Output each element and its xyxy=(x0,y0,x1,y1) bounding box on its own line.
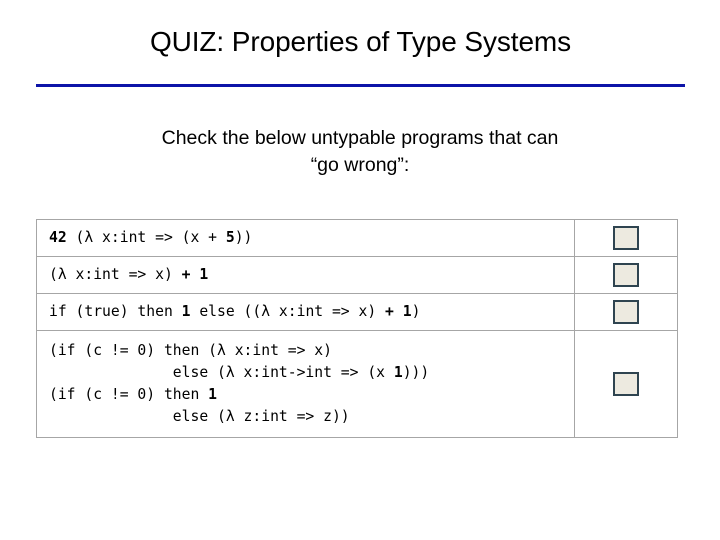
subtitle-block: Check the below untypable programs that … xyxy=(60,125,660,179)
slide-canvas: QUIZ: Properties of Type Systems Check t… xyxy=(0,0,720,540)
table-row: 42 (λ x:int => (x + 5)) xyxy=(36,219,678,257)
program-code: 42 (λ x:int => (x + 5)) xyxy=(49,229,253,246)
program-cell: (if (c != 0) then (λ x:int => x) else (λ… xyxy=(36,330,575,438)
table-row: if (true) then 1 else ((λ x:int => x) + … xyxy=(36,293,678,331)
page-title: QUIZ: Properties of Type Systems xyxy=(149,26,572,57)
checkbox-icon[interactable] xyxy=(613,263,639,287)
quiz-table: 42 (λ x:int => (x + 5)) (λ x:int => x) +… xyxy=(36,219,678,438)
title-underline-rule xyxy=(36,84,685,87)
quiz-table-body: 42 (λ x:int => (x + 5)) (λ x:int => x) +… xyxy=(36,219,678,438)
program-code: (λ x:int => x) + 1 xyxy=(49,266,209,283)
subtitle-line-2: “go wrong”: xyxy=(310,154,410,176)
title-block: QUIZ: Properties of Type Systems xyxy=(36,24,685,59)
program-cell: 42 (λ x:int => (x + 5)) xyxy=(36,219,575,257)
program-code: (if (c != 0) then (λ x:int => x) else (λ… xyxy=(49,342,430,425)
table-row: (λ x:int => x) + 1 xyxy=(36,256,678,294)
subtitle-line-1: Check the below untypable programs that … xyxy=(161,127,559,149)
program-code: if (true) then 1 else ((λ x:int => x) + … xyxy=(49,303,421,320)
checkbox-cell[interactable] xyxy=(574,256,678,294)
checkbox-cell[interactable] xyxy=(574,330,678,438)
checkbox-icon[interactable] xyxy=(613,372,639,396)
checkbox-cell[interactable] xyxy=(574,219,678,257)
program-cell: (λ x:int => x) + 1 xyxy=(36,256,575,294)
table-row: (if (c != 0) then (λ x:int => x) else (λ… xyxy=(36,330,678,438)
program-cell: if (true) then 1 else ((λ x:int => x) + … xyxy=(36,293,575,331)
checkbox-icon[interactable] xyxy=(613,226,639,250)
checkbox-cell[interactable] xyxy=(574,293,678,331)
checkbox-icon[interactable] xyxy=(613,300,639,324)
